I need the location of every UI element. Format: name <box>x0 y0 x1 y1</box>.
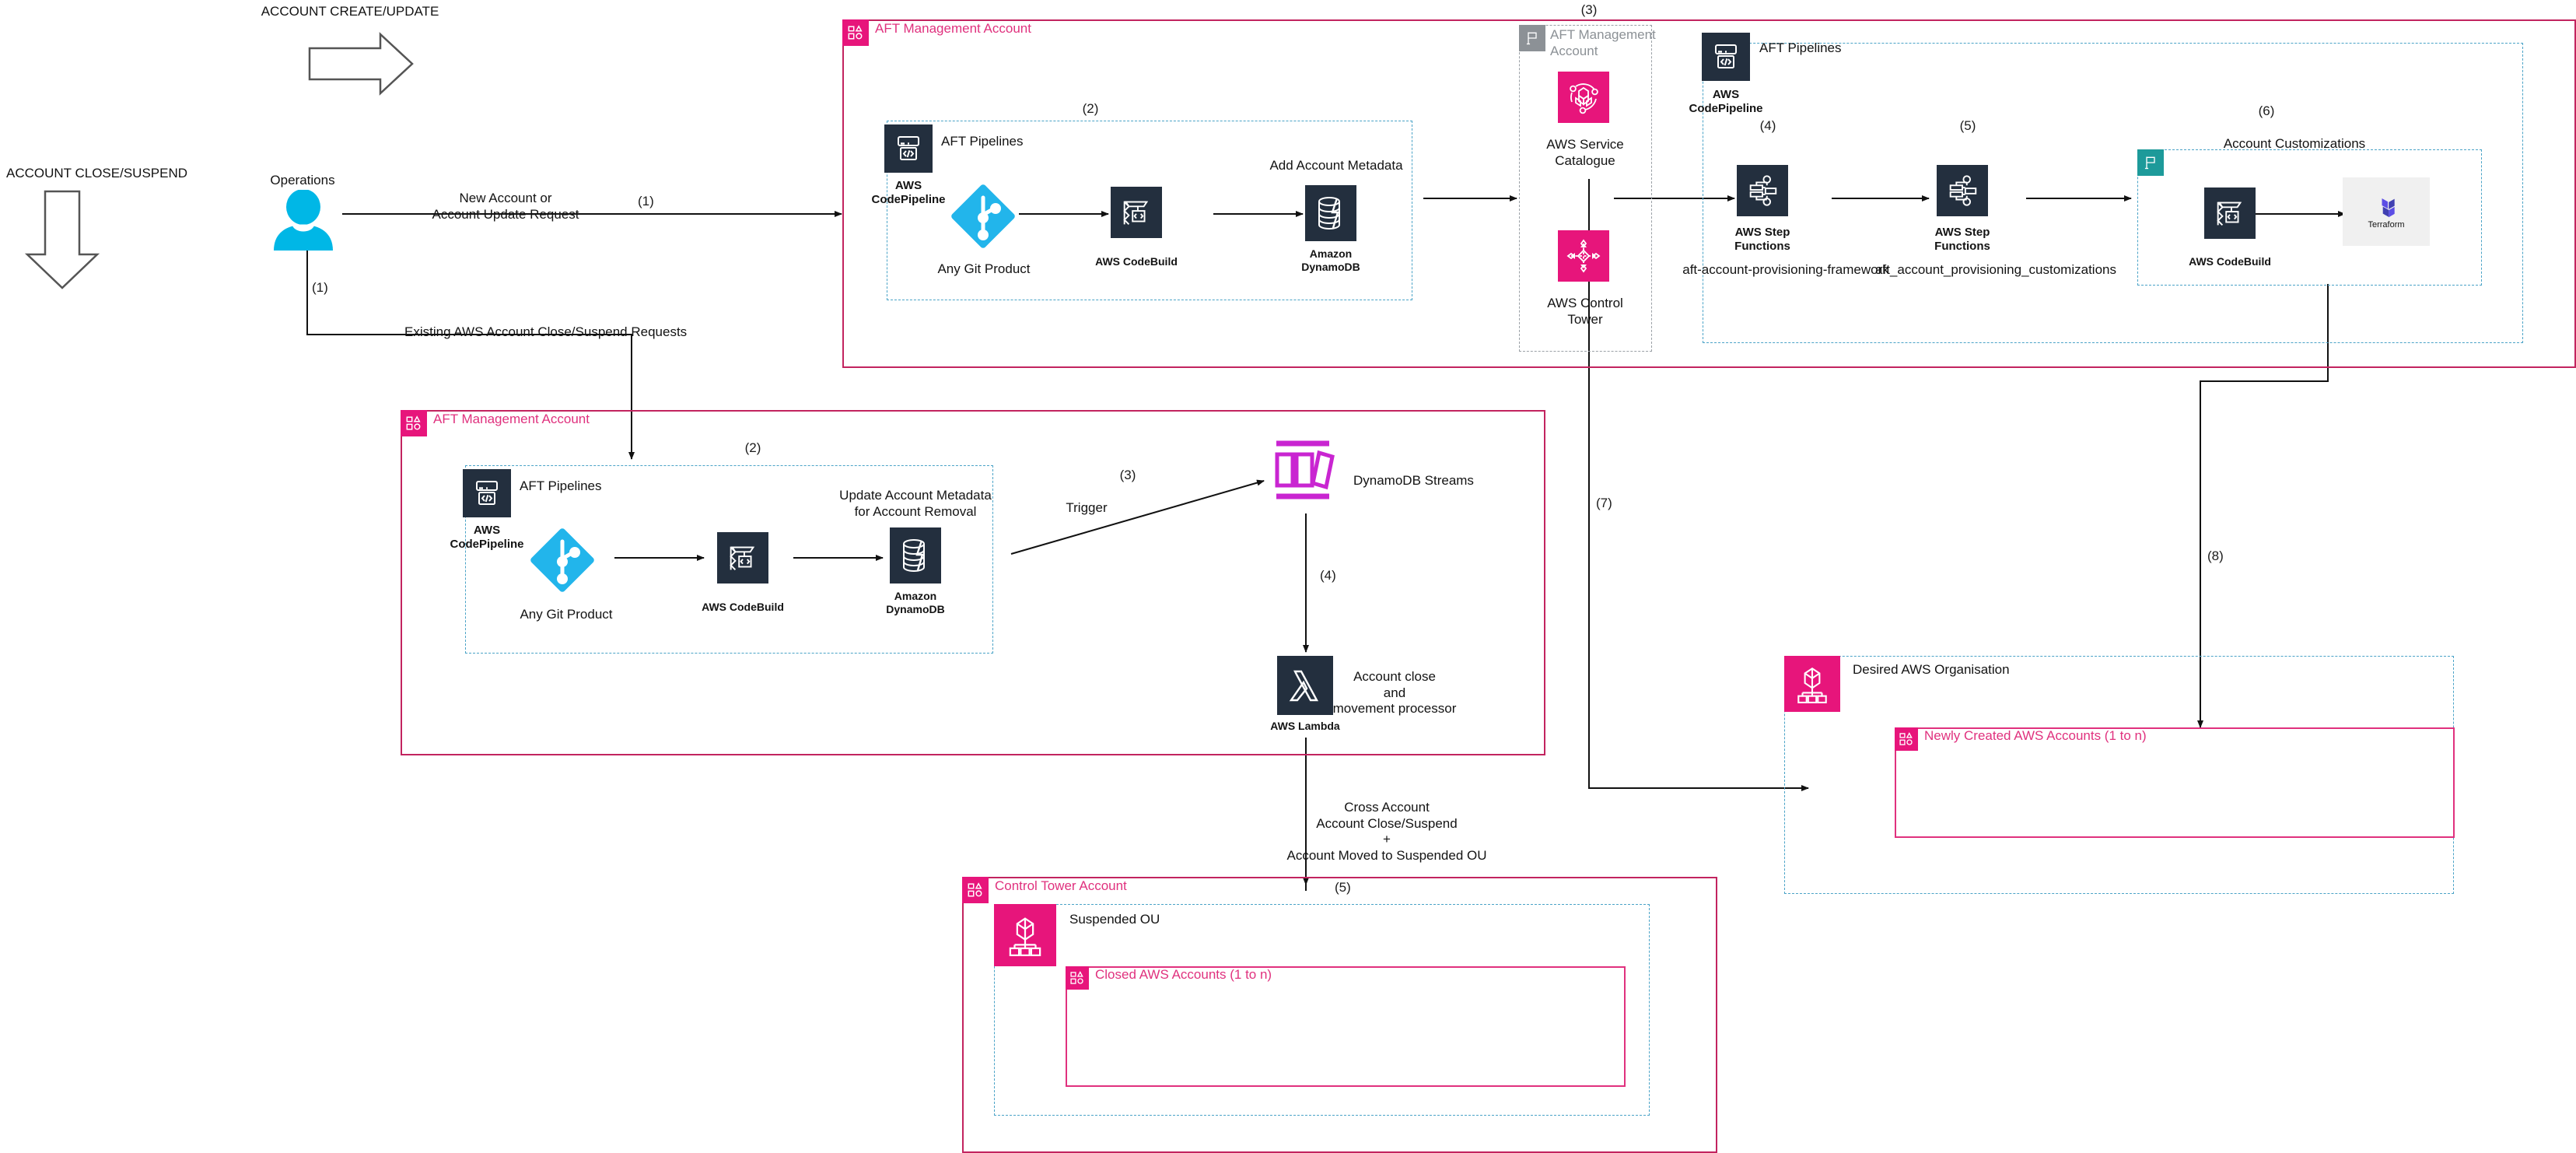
step-5-label: (5) <box>1959 118 1976 133</box>
top-dynamodb-label: Amazon DynamoDB <box>1301 247 1360 274</box>
organizations-icon-2 <box>994 904 1056 966</box>
step-4-stream-lambda: (4) <box>1320 568 1336 583</box>
step-8-label: (8) <box>2207 548 2224 563</box>
step-1-top: (1) <box>638 194 654 209</box>
aws-account-icon-2 <box>401 410 427 436</box>
organizations-icon <box>1784 656 1840 712</box>
cross-account-label: Cross Account Account Close/Suspend + Ac… <box>1286 800 1487 864</box>
svg-text:Terraform: Terraform <box>2368 220 2404 230</box>
mid-aft-pipelines-title: AFT Pipelines <box>520 478 602 493</box>
top-git-label: Any Git Product <box>937 261 1031 276</box>
step-1-ops-down: (1) <box>312 280 328 295</box>
aws-account-icon-3 <box>1895 727 1918 751</box>
trigger-label: Trigger <box>1066 500 1108 515</box>
git-icon <box>947 180 1019 252</box>
step-6-label: (6) <box>2258 103 2275 118</box>
codebuild-icon <box>1111 187 1162 238</box>
account-close-suspend-arrow <box>24 190 100 289</box>
step-functions-icon-1 <box>1737 165 1788 216</box>
codebuild-icon-3 <box>717 532 768 584</box>
provisioning-codepipeline-label: AWS CodePipeline <box>1689 88 1763 116</box>
top-account-title: AFT Management Account <box>875 21 1031 36</box>
codebuild-icon-2 <box>2204 187 2256 239</box>
control-tower-icon <box>1558 230 1609 282</box>
aft-account-provisioning-customizations-caption: aft_account_provisioning_customizations <box>1875 262 2116 277</box>
aws-account-icon-5 <box>1066 966 1089 990</box>
step-3-service-catalogue: (3) <box>1580 2 1598 17</box>
aft-account-provisioning-framework-caption: aft-account-provisioning-framework <box>1682 262 1889 277</box>
operations-label: Operations <box>270 173 335 187</box>
service-catalogue-label: AWS Service Catalogue <box>1546 137 1624 168</box>
codepipeline-icon-2 <box>1702 33 1750 81</box>
account-close-suspend-label: ACCOUNT CLOSE/SUSPEND <box>6 166 188 180</box>
flag-icon <box>1519 25 1545 51</box>
control-tower-label: AWS Control Tower <box>1547 296 1623 327</box>
step-functions-label-2: AWS Step Functions <box>1934 226 1990 254</box>
person-icon <box>269 190 338 251</box>
inner-account-title: AFT Management Account <box>1550 27 1656 59</box>
account-create-update-arrow <box>308 32 414 96</box>
customizations-codebuild-label: AWS CodeBuild <box>2189 255 2271 268</box>
account-create-update-label: ACCOUNT CREATE/UPDATE <box>261 4 439 19</box>
provisioning-pipelines-title: AFT Pipelines <box>1759 40 1842 55</box>
newly-created-accounts-title: Newly Created AWS Accounts (1 to n) <box>1924 728 2147 743</box>
closed-accounts-title: Closed AWS Accounts (1 to n) <box>1095 967 1272 982</box>
mid-git-label: Any Git Product <box>520 607 613 622</box>
service-catalogue-icon <box>1558 72 1609 123</box>
lambda-caption: Account close and movement processor <box>1332 669 1457 717</box>
dynamodb-streams-icon <box>1270 438 1340 502</box>
lambda-label: AWS Lambda <box>1270 720 1340 732</box>
step-functions-icon-2 <box>1937 165 1988 216</box>
newly-created-aws-accounts-box: Newly Created AWS Accounts (1 to n) <box>1895 727 2455 838</box>
terraform-icon: Terraform <box>2343 177 2430 246</box>
lambda-icon <box>1277 656 1333 715</box>
codepipeline-icon-3 <box>463 469 511 517</box>
mid-codebuild-label: AWS CodeBuild <box>702 601 784 613</box>
step-7-label: (7) <box>1596 496 1612 510</box>
mid-dynamodb-label: Amazon DynamoDB <box>886 590 945 616</box>
step-3-trigger: (3) <box>1119 468 1136 482</box>
new-account-request-label: New Account or Account Update Request <box>432 191 579 222</box>
step-4-label: (4) <box>1759 118 1776 133</box>
step-2-mid: (2) <box>744 440 761 455</box>
top-aft-pipelines-title: AFT Pipelines <box>941 134 1024 149</box>
closed-aws-accounts-box: Closed AWS Accounts (1 to n) <box>1066 966 1626 1087</box>
dynamodb-streams-label: DynamoDB Streams <box>1353 473 1474 488</box>
step-2-top: (2) <box>1082 101 1099 116</box>
update-account-metadata-caption: Update Account Metadata for Account Remo… <box>839 488 992 519</box>
mid-account-title: AFT Management Account <box>433 412 590 426</box>
existing-close-requests-label: Existing AWS Account Close/Suspend Reque… <box>404 324 688 339</box>
flag-icon-teal <box>2137 149 2164 176</box>
desired-org-title: Desired AWS Organisation <box>1853 662 2010 677</box>
aws-account-icon-4 <box>962 877 989 903</box>
control-tower-account-title: Control Tower Account <box>995 878 1127 893</box>
codepipeline-icon <box>884 124 933 173</box>
git-icon-2 <box>527 524 598 596</box>
aws-account-icon <box>842 19 869 46</box>
top-codepipeline-label: AWS CodePipeline <box>871 179 946 207</box>
top-codebuild-label: AWS CodeBuild <box>1095 255 1178 268</box>
dynamodb-icon <box>1305 185 1356 241</box>
top-add-account-metadata-caption: Add Account Metadata <box>1269 158 1403 173</box>
architecture-diagram: ACCOUNT CREATE/UPDATE ACCOUNT CLOSE/SUSP… <box>0 0 2576 1153</box>
step-functions-label-1: AWS Step Functions <box>1734 226 1790 254</box>
suspended-ou-title: Suspended OU <box>1069 912 1160 927</box>
dynamodb-icon-2 <box>890 527 941 584</box>
mid-codepipeline-label: AWS CodePipeline <box>450 524 524 552</box>
